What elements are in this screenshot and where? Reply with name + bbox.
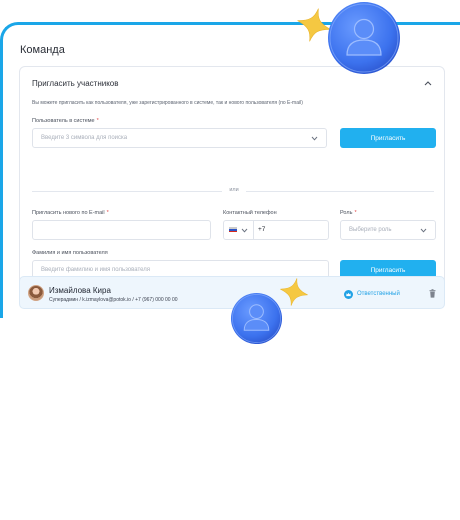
- required-mark: *: [96, 118, 99, 124]
- invite-hint: Вы можете пригласить как пользователя, у…: [32, 100, 303, 106]
- chevron-up-icon[interactable]: [424, 80, 432, 86]
- chevron-down-icon: [311, 136, 318, 141]
- member-name: Измайлова Кира: [49, 286, 111, 295]
- email-label-text: Пригласить нового по E-mail: [32, 210, 105, 216]
- chevron-down-icon: [420, 228, 427, 233]
- role-link[interactable]: Ответственный: [357, 291, 400, 297]
- star-icon: [280, 278, 308, 306]
- name-label: Фамилия и имя пользователя: [32, 250, 108, 256]
- page-title: Команда: [20, 44, 65, 56]
- search-placeholder: Введите 3 символа для поиска: [41, 135, 128, 141]
- invite-card: Пригласить участников Вы можете пригласи…: [19, 66, 445, 294]
- chevron-down-icon: [241, 228, 248, 233]
- email-field[interactable]: [32, 220, 211, 240]
- user-badge-icon: [328, 2, 400, 74]
- phone-field[interactable]: +7: [223, 220, 329, 240]
- trash-icon[interactable]: [429, 289, 436, 298]
- required-mark: *: [354, 210, 357, 216]
- divider-label: или: [222, 187, 246, 193]
- crown-icon: [344, 290, 353, 299]
- role-placeholder: Выберите роль: [349, 227, 392, 233]
- user-badge-icon: [230, 292, 283, 345]
- invite-title: Пригласить участников: [32, 79, 119, 88]
- email-label: Пригласить нового по E-mail *: [32, 210, 109, 216]
- invite-existing-button[interactable]: Пригласить: [340, 128, 436, 148]
- role-label: Роль *: [340, 210, 357, 216]
- country-select[interactable]: [224, 221, 254, 239]
- phone-label: Контактный телефон: [223, 210, 277, 216]
- existing-user-search-input[interactable]: Введите 3 символа для поиска: [32, 128, 327, 148]
- role-label-text: Роль: [340, 210, 353, 216]
- phone-code: +7: [258, 226, 266, 233]
- required-mark: *: [106, 210, 109, 216]
- role-select[interactable]: Выберите роль: [340, 220, 436, 240]
- existing-user-label: Пользователь в системе *: [32, 118, 99, 124]
- avatar: [28, 285, 44, 301]
- flag-ru-icon: [229, 227, 237, 233]
- name-placeholder: Введите фамилию и имя пользователя: [41, 267, 151, 273]
- existing-user-label-text: Пользователь в системе: [32, 118, 95, 124]
- member-meta: Суперадмин / k.izmaylova@potok.io / +7 (…: [49, 297, 178, 303]
